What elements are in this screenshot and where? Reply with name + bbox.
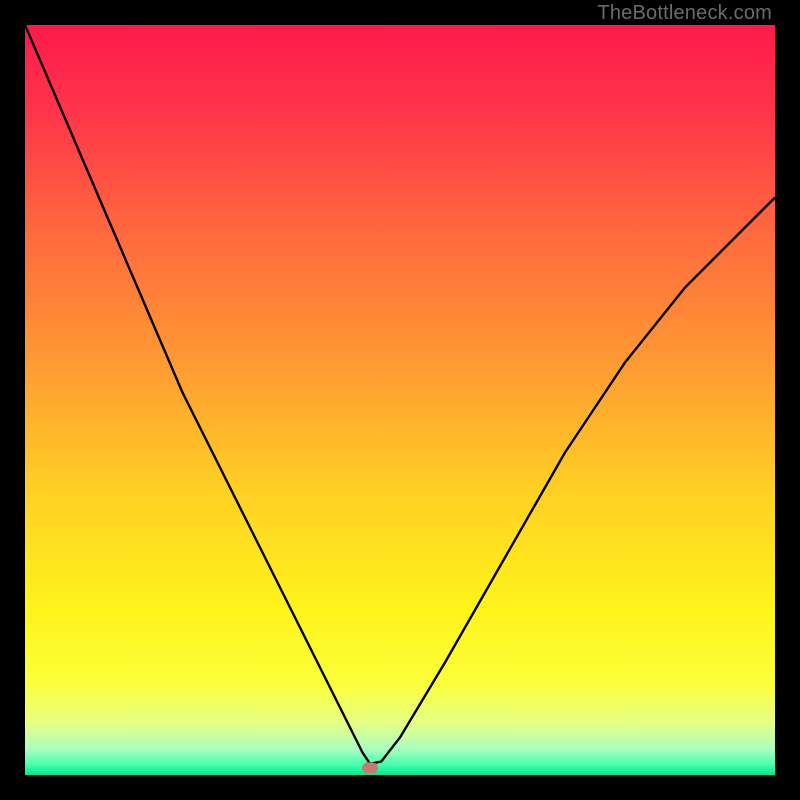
chart-frame bbox=[25, 25, 775, 775]
gradient-background bbox=[25, 25, 775, 775]
bottleneck-chart bbox=[25, 25, 775, 775]
optimal-point-marker bbox=[362, 762, 378, 773]
watermark-text: TheBottleneck.com bbox=[597, 2, 772, 25]
